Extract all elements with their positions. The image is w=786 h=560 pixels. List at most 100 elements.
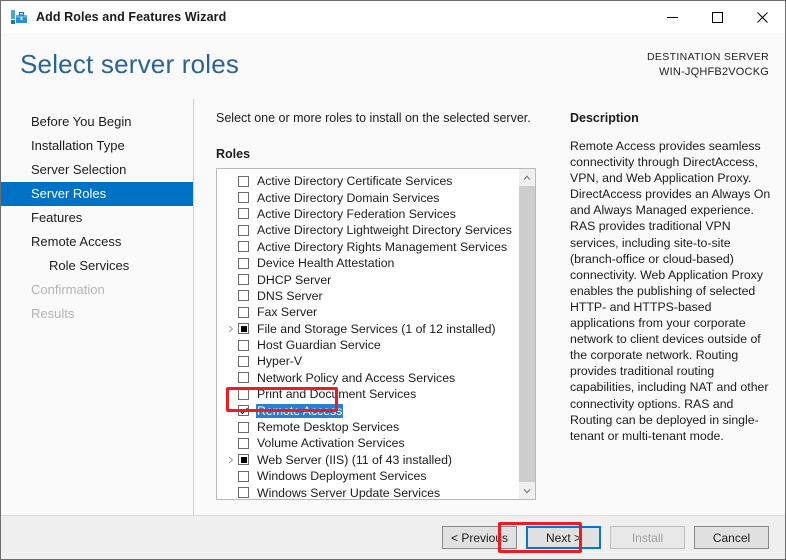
install-button: Install	[610, 526, 685, 549]
wizard-footer: < Previous Next > Install Cancel	[1, 516, 785, 559]
expand-triangle-icon[interactable]	[225, 456, 236, 464]
role-label: Hyper-V	[257, 354, 303, 369]
toolbox-icon	[10, 8, 28, 26]
role-row[interactable]: Fax Server	[217, 304, 518, 320]
sidebar-item-server-selection[interactable]: Server Selection	[1, 158, 193, 182]
role-checkbox[interactable]	[238, 274, 249, 286]
window-controls	[650, 1, 785, 33]
role-label: Network Policy and Access Services	[257, 370, 456, 385]
scroll-up-icon[interactable]	[519, 169, 535, 186]
next-button[interactable]: Next >	[526, 526, 601, 549]
role-label: Volume Activation Services	[257, 436, 405, 451]
role-checkbox[interactable]	[238, 470, 249, 482]
role-row[interactable]: Hyper-V	[217, 353, 518, 369]
destination-server-label: DESTINATION SERVER	[646, 51, 769, 63]
role-checkbox[interactable]	[238, 241, 249, 253]
role-checkbox[interactable]	[238, 290, 249, 302]
role-label: Remote Desktop Services	[257, 420, 400, 435]
role-row[interactable]: Active Directory Certificate Services	[217, 173, 518, 189]
role-label: DHCP Server	[257, 272, 332, 287]
close-icon[interactable]	[740, 1, 785, 33]
scroll-down-icon[interactable]	[519, 482, 535, 499]
role-label: Active Directory Rights Management Servi…	[257, 239, 508, 254]
roles-listbox[interactable]: Active Directory Certificate Services Act…	[216, 168, 536, 500]
minimize-icon[interactable]	[650, 1, 695, 33]
role-checkbox[interactable]	[238, 224, 249, 236]
maximize-icon[interactable]	[695, 1, 740, 33]
role-row[interactable]: Print and Document Services	[217, 386, 518, 402]
role-row[interactable]: Active Directory Rights Management Servi…	[217, 239, 518, 255]
role-label: Active Directory Certificate Services	[257, 174, 453, 189]
role-label: Fax Server	[257, 305, 318, 320]
sidebar-item-features[interactable]: Features	[1, 206, 193, 230]
role-row[interactable]: Device Health Attestation	[217, 255, 518, 271]
role-checkbox[interactable]	[238, 257, 249, 269]
scrollbar-thumb[interactable]	[519, 186, 535, 482]
role-row[interactable]: Windows Deployment Services	[217, 468, 518, 484]
role-label: DNS Server	[257, 288, 323, 303]
description-title: Description	[570, 111, 639, 125]
sidebar-item-role-services[interactable]: Role Services	[1, 254, 193, 278]
role-checkbox[interactable]	[238, 192, 249, 204]
role-row[interactable]: Volume Activation Services	[217, 435, 518, 451]
scrollbar-track[interactable]	[519, 186, 535, 482]
role-row[interactable]: Host Guardian Service	[217, 337, 518, 353]
role-checkbox[interactable]	[238, 306, 249, 318]
role-row[interactable]: DNS Server	[217, 288, 518, 304]
instruction-text: Select one or more roles to install on t…	[216, 111, 531, 125]
description-pane: Description Remote Access provides seaml…	[559, 99, 785, 516]
role-checkbox[interactable]	[238, 454, 249, 466]
sidebar-item-before-you-begin[interactable]: Before You Begin	[1, 110, 193, 134]
destination-server-name: WIN-JQHFB2VOCKG	[659, 66, 769, 78]
role-checkbox[interactable]	[238, 355, 249, 367]
role-label: Host Guardian Service	[257, 338, 381, 353]
description-text: Remote Access provides seamless connecti…	[570, 139, 771, 443]
role-row[interactable]: Active Directory Federation Services	[217, 206, 518, 222]
role-row[interactable]: Remote Desktop Services	[217, 419, 518, 435]
role-checkbox[interactable]	[238, 208, 249, 220]
role-checkbox[interactable]	[238, 405, 249, 417]
role-checkbox[interactable]	[238, 421, 249, 433]
role-checkbox[interactable]	[238, 437, 249, 449]
sidebar-item-remote-access[interactable]: Remote Access	[1, 230, 193, 254]
role-label: Windows Deployment Services	[257, 469, 427, 484]
sidebar-item-server-roles[interactable]: Server Roles	[1, 182, 193, 206]
role-row[interactable]: Network Policy and Access Services	[217, 370, 518, 386]
roles-list[interactable]: Active Directory Certificate Services Act…	[217, 169, 518, 499]
role-label: Active Directory Federation Services	[257, 206, 456, 221]
role-label: Web Server (IIS) (11 of 43 installed)	[257, 452, 453, 467]
page-title: Select server roles	[20, 49, 240, 79]
sidebar-item-results: Results	[31, 306, 75, 321]
role-checkbox[interactable]	[238, 175, 249, 187]
role-label: Print and Document Services	[257, 387, 417, 402]
page-header: Select server roles DESTINATION SERVER W…	[1, 33, 785, 99]
title-bar: Add Roles and Features Wizard	[1, 1, 785, 33]
role-label: File and Storage Services (1 of 12 insta…	[257, 321, 496, 336]
role-label: Windows Server Update Services	[257, 485, 441, 499]
sidebar-item-installation-type[interactable]: Installation Type	[1, 134, 193, 158]
role-row[interactable]: Web Server (IIS) (11 of 43 installed)	[217, 452, 518, 468]
wizard-body: Before You Begin Installation Type Server …	[1, 99, 785, 516]
role-row[interactable]: Remote Access	[217, 402, 518, 418]
expand-triangle-icon[interactable]	[225, 325, 236, 333]
roles-pane: Select one or more roles to install on t…	[194, 99, 559, 516]
role-label: Remote Access	[256, 403, 344, 418]
role-row[interactable]: File and Storage Services (1 of 12 insta…	[217, 321, 518, 337]
destination-server-block: DESTINATION SERVER WIN-JQHFB2VOCKG	[647, 50, 769, 80]
roles-scrollbar[interactable]	[518, 169, 535, 499]
wizard-window: Add Roles and Features Wizard Select ser…	[0, 0, 786, 560]
cancel-button[interactable]: Cancel	[694, 526, 769, 549]
previous-button[interactable]: < Previous	[442, 526, 517, 549]
role-checkbox[interactable]	[238, 339, 249, 351]
role-row[interactable]: Active Directory Domain Services	[217, 189, 518, 205]
role-row[interactable]: DHCP Server	[217, 271, 518, 287]
role-checkbox[interactable]	[238, 487, 249, 499]
role-row[interactable]: Active Directory Lightweight Directory S…	[217, 222, 518, 238]
role-label: Active Directory Domain Services	[257, 190, 440, 205]
role-checkbox[interactable]	[238, 323, 249, 335]
role-row[interactable]: Windows Server Update Services	[217, 484, 518, 499]
role-checkbox[interactable]	[238, 388, 249, 400]
role-checkbox[interactable]	[238, 372, 249, 384]
window-title: Add Roles and Features Wizard	[36, 10, 227, 24]
wizard-steps-nav: Before You Begin Installation Type Server …	[1, 99, 194, 516]
